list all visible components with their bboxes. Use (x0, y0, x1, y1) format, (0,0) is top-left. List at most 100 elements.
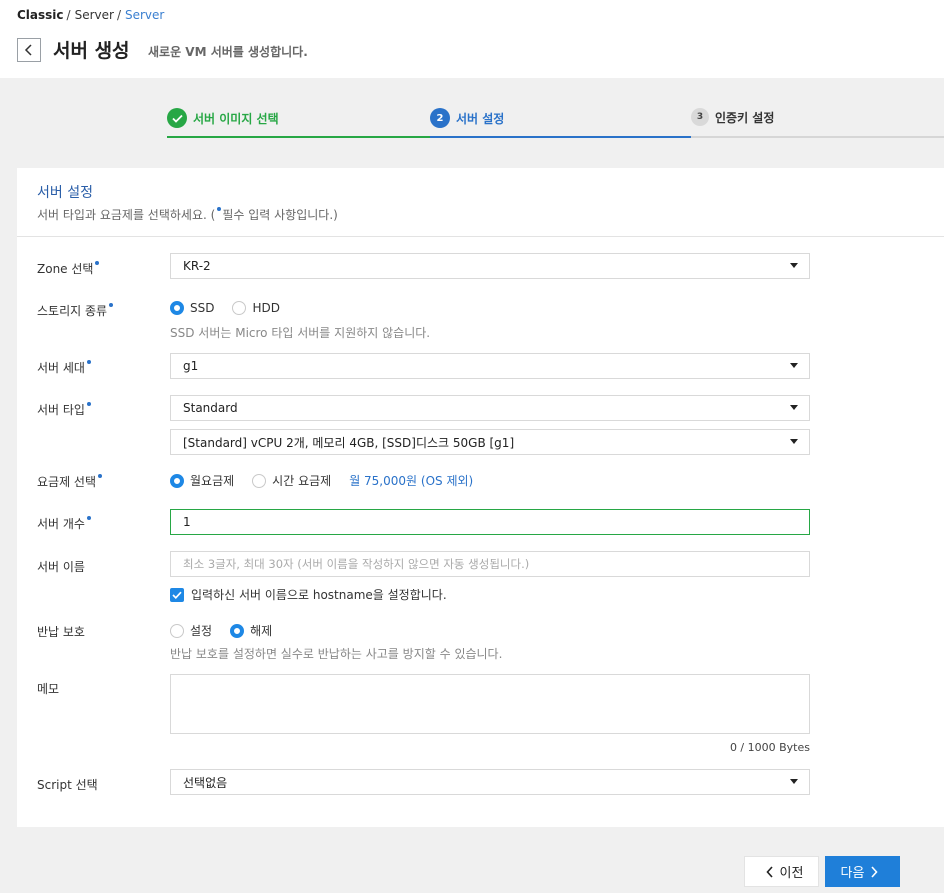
server-count-value: 1 (183, 515, 191, 529)
hostname-checkbox-row: 입력하신 서버 이름으로 hostname을 설정합니다. (170, 586, 447, 603)
server-spec-select[interactable]: [Standard] vCPU 2개, 메모리 4GB, [SSD]디스크 50… (170, 429, 810, 455)
check-icon (167, 108, 187, 128)
step-number: 2 (430, 108, 450, 128)
zone-label-text: Zone 선택 (37, 262, 94, 276)
server-type-value: Standard (183, 401, 238, 415)
chevron-left-icon (765, 865, 773, 878)
step-label: 인증키 설정 (715, 110, 775, 125)
billing-label: 요금제 선택 (37, 473, 103, 490)
settings-panel: 서버 설정 서버 타입과 요금제를 선택하세요. (필수 입력 사항입니다.) … (17, 168, 944, 827)
caret-down-icon (790, 779, 798, 784)
page-header: Classic / Server / Server 서버 생성 새로운 VM 서버를 생… (0, 0, 944, 78)
radio-label: HDD (252, 301, 280, 315)
server-type-label-text: 서버 타입 (37, 403, 85, 417)
generation-select[interactable]: g1 (170, 353, 810, 379)
storage-label-text: 스토리지 종류 (37, 304, 108, 318)
server-name-placeholder: 최소 3글자, 최대 30자 (서버 이름을 작성하지 않으면 자동 생성됩니다… (183, 557, 530, 571)
storage-hdd-radio[interactable]: HDD (232, 301, 280, 315)
breadcrumb-separator: / (116, 8, 121, 22)
server-spec-value: [Standard] vCPU 2개, 메모리 4GB, [SSD]디스크 50… (183, 435, 515, 450)
script-select[interactable]: 선택없음 (170, 769, 810, 795)
prev-button[interactable]: 이전 (744, 856, 819, 887)
return-protect-off-radio[interactable]: 해제 (230, 622, 272, 639)
caret-down-icon (790, 405, 798, 410)
hostname-checkbox[interactable] (170, 587, 184, 602)
breadcrumb-separator: / (66, 8, 71, 22)
section-desc-prefix: 서버 타입과 요금제를 선택하세요. ( (37, 208, 216, 222)
memo-label: 메모 (37, 682, 60, 696)
zone-select[interactable]: KR-2 (170, 253, 810, 279)
zone-label: Zone 선택 (37, 260, 100, 277)
billing-label-text: 요금제 선택 (37, 475, 97, 489)
billing-hourly-radio[interactable]: 시간 요금제 (252, 472, 331, 489)
required-dot-icon (95, 261, 100, 265)
memo-textarea[interactable] (170, 674, 810, 734)
server-type-select[interactable]: Standard (170, 395, 810, 421)
server-name-input[interactable]: 최소 3글자, 최대 30자 (서버 이름을 작성하지 않으면 자동 생성됩니다… (170, 551, 810, 577)
step-server-image[interactable]: 서버 이미지 선택 (167, 98, 430, 138)
billing-radio-group: 월요금제 시간 요금제 월 75,000원 (OS 제외) (170, 472, 473, 489)
step-auth-key[interactable]: 3 인증키 설정 (691, 98, 944, 138)
step-label: 서버 설정 (456, 111, 505, 126)
radio-unselected-icon (170, 623, 184, 638)
required-dot-icon (109, 303, 114, 307)
section-description: 서버 타입과 요금제를 선택하세요. ( 필수 입력 사항입니다.) (37, 206, 338, 223)
next-button-label: 다음 (840, 866, 865, 881)
return-protect-on-radio[interactable]: 설정 (170, 622, 212, 639)
radio-unselected-icon (232, 301, 247, 315)
required-dot-icon (86, 402, 91, 406)
check-icon (172, 591, 182, 599)
billing-monthly-radio[interactable]: 월요금제 (170, 472, 234, 489)
return-protect-hint: 반납 보호를 설정하면 실수로 반납하는 사고를 방지할 수 있습니다. (170, 647, 503, 661)
generation-value: g1 (183, 359, 199, 373)
memo-byte-counter: 0 / 1000 Bytes (729, 741, 810, 754)
return-protect-radio-group: 설정 해제 (170, 622, 290, 639)
prev-button-label: 이전 (779, 866, 804, 881)
wizard-steps: 서버 이미지 선택 2 서버 설정 3 인증키 설정 (0, 98, 944, 138)
name-label: 서버 이름 (37, 560, 85, 574)
hostname-checkbox-label: 입력하신 서버 이름으로 hostname을 설정합니다. (191, 588, 447, 602)
server-count-input[interactable]: 1 (170, 509, 810, 535)
step-server-settings[interactable]: 2 서버 설정 (430, 98, 691, 138)
page-title: 서버 생성 (53, 40, 130, 62)
caret-down-icon (790, 439, 798, 444)
chevron-right-icon (871, 865, 879, 878)
storage-label: 스토리지 종류 (37, 302, 114, 319)
radio-label: 시간 요금제 (272, 474, 332, 488)
storage-radio-group: SSD HDD (170, 301, 298, 315)
caret-down-icon (790, 263, 798, 268)
required-dot-icon (98, 474, 103, 478)
generation-label: 서버 세대 (37, 359, 92, 376)
radio-label: 해제 (250, 624, 273, 638)
server-type-label: 서버 타입 (37, 401, 92, 418)
count-label: 서버 개수 (37, 515, 92, 532)
next-button[interactable]: 다음 (825, 856, 900, 887)
generation-label-text: 서버 세대 (37, 361, 85, 375)
breadcrumb: Classic / Server / Server (17, 8, 164, 22)
radio-selected-icon (170, 473, 184, 488)
storage-hint: SSD 서버는 Micro 타입 서버를 지원하지 않습니다. (170, 326, 431, 340)
required-dot-icon (86, 360, 91, 364)
breadcrumb-item-server[interactable]: Server (75, 8, 114, 22)
breadcrumb-item-current[interactable]: Server (125, 8, 164, 22)
required-dot-icon (86, 516, 91, 520)
radio-label: 월요금제 (190, 474, 235, 488)
count-label-text: 서버 개수 (37, 517, 85, 531)
billing-price: 월 75,000원 (OS 제외) (349, 474, 474, 488)
divider (17, 236, 944, 237)
radio-selected-icon (170, 301, 184, 315)
breadcrumb-item-classic[interactable]: Classic (17, 8, 64, 22)
radio-selected-icon (230, 623, 245, 638)
script-value: 선택없음 (183, 775, 228, 790)
return-protect-label: 반납 보호 (37, 625, 85, 639)
section-desc-suffix: 필수 입력 사항입니다.) (222, 208, 338, 222)
radio-label: SSD (190, 301, 215, 315)
chevron-left-icon (24, 44, 32, 56)
step-label: 서버 이미지 선택 (193, 111, 279, 126)
caret-down-icon (790, 363, 798, 368)
storage-ssd-radio[interactable]: SSD (170, 301, 214, 315)
step-number: 3 (691, 108, 709, 126)
page-subtitle: 새로운 VM 서버를 생성합니다. (148, 45, 308, 59)
zone-value: KR-2 (183, 259, 211, 273)
back-button[interactable] (17, 38, 41, 62)
